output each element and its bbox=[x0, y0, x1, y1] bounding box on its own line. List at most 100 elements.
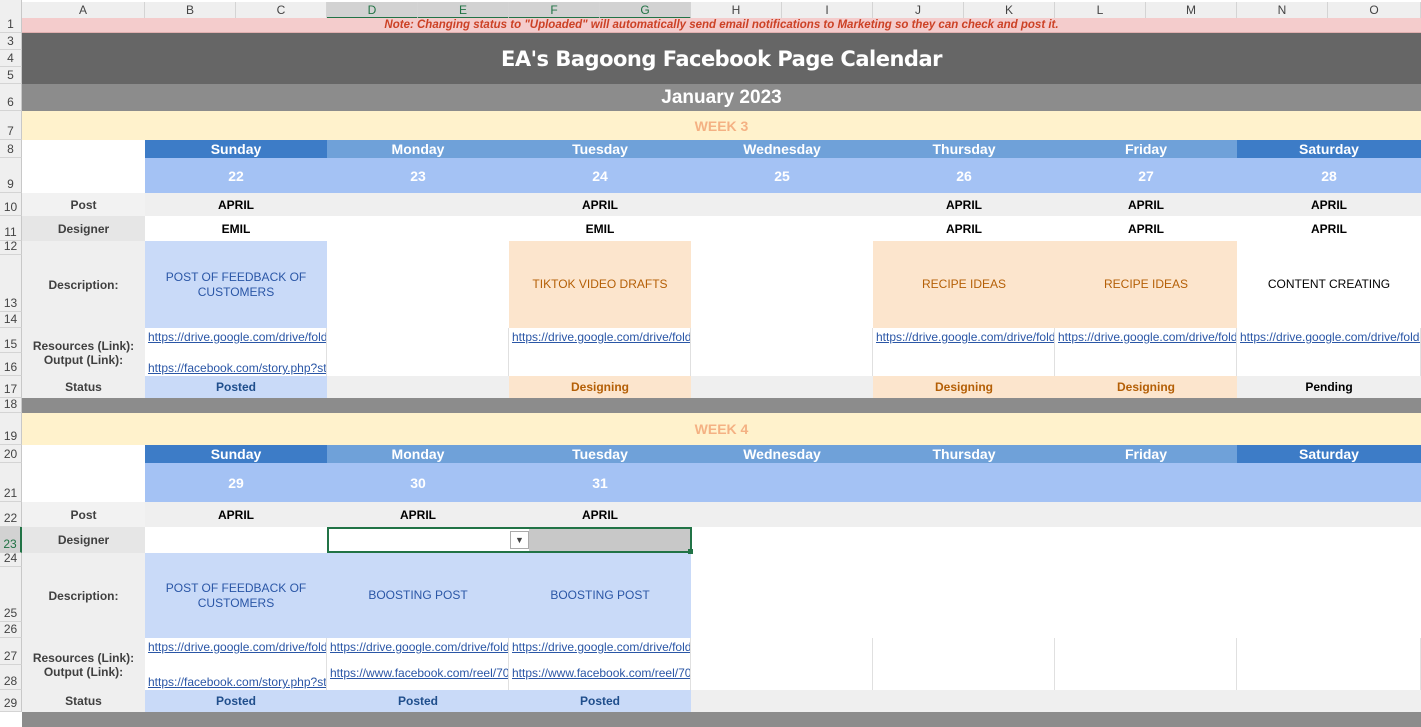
post-cell[interactable] bbox=[1055, 502, 1237, 527]
resource-link[interactable]: https://drive.google.com/drive/folders bbox=[509, 328, 691, 353]
description-cell[interactable] bbox=[1237, 553, 1421, 638]
post-cell[interactable] bbox=[873, 502, 1055, 527]
resource-link[interactable]: https://drive.google.com/drive/folders bbox=[873, 328, 1055, 353]
row-header-11[interactable]: 11 bbox=[0, 216, 22, 241]
designer-cell[interactable]: APRIL bbox=[1237, 216, 1421, 241]
post-cell[interactable]: APRIL bbox=[327, 502, 509, 527]
row-header-13[interactable]: 13 bbox=[0, 255, 22, 312]
output-link[interactable]: https://www.facebook.com/reel/7000 bbox=[509, 665, 691, 690]
row-header-3[interactable]: 3 bbox=[0, 33, 22, 50]
status-cell[interactable]: Designing bbox=[1055, 376, 1237, 398]
output-link[interactable]: https://facebook.com/story.php?story bbox=[145, 665, 327, 690]
row-header-24[interactable]: 24 bbox=[0, 551, 22, 567]
column-header-i[interactable]: I bbox=[782, 2, 873, 19]
description-cell[interactable]: BOOSTING POST bbox=[509, 553, 691, 638]
output-cell[interactable] bbox=[1055, 353, 1237, 376]
description-cell[interactable] bbox=[327, 241, 509, 328]
resource-cell[interactable] bbox=[873, 638, 1055, 665]
row-header-17[interactable]: 17 bbox=[0, 376, 22, 398]
row-header-15[interactable]: 15 bbox=[0, 328, 22, 353]
output-cell[interactable] bbox=[327, 353, 509, 376]
designer-cell[interactable] bbox=[691, 216, 873, 241]
post-cell[interactable]: APRIL bbox=[1055, 193, 1237, 216]
designer-cell[interactable] bbox=[1055, 527, 1237, 553]
status-cell[interactable] bbox=[691, 376, 873, 398]
status-cell[interactable]: Posted bbox=[145, 376, 327, 398]
status-cell[interactable] bbox=[873, 690, 1055, 712]
output-link[interactable]: https://facebook.com/story.php?story bbox=[145, 353, 327, 376]
post-cell[interactable] bbox=[691, 193, 873, 216]
column-header-c[interactable]: C bbox=[236, 2, 327, 19]
status-cell[interactable]: Designing bbox=[509, 376, 691, 398]
post-cell[interactable]: APRIL bbox=[873, 193, 1055, 216]
row-header-20[interactable]: 20 bbox=[0, 445, 22, 463]
status-cell[interactable] bbox=[1237, 690, 1421, 712]
row-header-10[interactable]: 10 bbox=[0, 193, 22, 216]
description-cell[interactable]: CONTENT CREATING bbox=[1237, 241, 1421, 328]
description-cell[interactable]: RECIPE IDEAS bbox=[873, 241, 1055, 328]
row-header-5[interactable]: 5 bbox=[0, 67, 22, 84]
resource-link[interactable]: https://drive.google.com/drive/folders bbox=[145, 638, 327, 665]
row-header-23[interactable]: 23 bbox=[0, 527, 22, 553]
status-cell[interactable]: Posted bbox=[145, 690, 327, 712]
resource-cell[interactable] bbox=[691, 638, 873, 665]
post-cell[interactable]: APRIL bbox=[1237, 193, 1421, 216]
column-header-h[interactable]: H bbox=[691, 2, 782, 19]
column-header-n[interactable]: N bbox=[1237, 2, 1328, 19]
output-cell[interactable] bbox=[691, 353, 873, 376]
row-header-12[interactable]: 12 bbox=[0, 239, 22, 255]
column-header-o[interactable]: O bbox=[1328, 2, 1421, 19]
resource-link[interactable]: https://drive.google.com/drive/folders bbox=[509, 638, 691, 665]
resource-cell[interactable] bbox=[1237, 638, 1421, 665]
row-header-26[interactable]: 26 bbox=[0, 622, 22, 638]
output-cell[interactable] bbox=[1055, 665, 1237, 690]
output-cell[interactable] bbox=[873, 665, 1055, 690]
designer-cell[interactable] bbox=[145, 527, 327, 553]
resource-cell[interactable] bbox=[1055, 638, 1237, 665]
status-cell[interactable]: Pending bbox=[1237, 376, 1421, 398]
column-header-b[interactable]: B bbox=[145, 2, 236, 19]
designer-cell[interactable]: EMIL bbox=[509, 216, 691, 241]
row-header-9[interactable]: 9 bbox=[0, 158, 22, 193]
resource-cell[interactable] bbox=[691, 328, 873, 353]
row-header-6[interactable]: 6 bbox=[0, 84, 22, 111]
row-header-21[interactable]: 21 bbox=[0, 463, 22, 502]
post-cell[interactable]: APRIL bbox=[509, 502, 691, 527]
output-cell[interactable] bbox=[509, 353, 691, 376]
designer-cell[interactable] bbox=[691, 527, 873, 553]
row-header-18[interactable]: 18 bbox=[0, 397, 22, 413]
column-header-e[interactable]: E bbox=[418, 2, 509, 19]
designer-dropdown-cell[interactable]: ▼ bbox=[327, 527, 693, 554]
output-cell[interactable] bbox=[873, 353, 1055, 376]
description-cell[interactable]: BOOSTING POST bbox=[327, 553, 509, 638]
column-header-a[interactable]: A bbox=[22, 2, 145, 19]
chevron-down-icon[interactable]: ▼ bbox=[510, 531, 529, 549]
column-header-g[interactable]: G bbox=[600, 2, 691, 19]
column-header-k[interactable]: K bbox=[964, 2, 1055, 19]
post-cell[interactable] bbox=[1237, 502, 1421, 527]
post-cell[interactable]: APRIL bbox=[509, 193, 691, 216]
status-cell[interactable] bbox=[327, 376, 509, 398]
designer-cell[interactable] bbox=[1237, 527, 1421, 553]
row-header-7[interactable]: 7 bbox=[0, 111, 22, 140]
output-cell[interactable] bbox=[691, 665, 873, 690]
resource-link[interactable]: https://drive.google.com/drive/folders bbox=[145, 328, 327, 353]
row-header-22[interactable]: 22 bbox=[0, 502, 22, 527]
row-header-14[interactable]: 14 bbox=[0, 312, 22, 328]
row-header-1[interactable]: 1 bbox=[0, 17, 22, 33]
post-cell[interactable]: APRIL bbox=[145, 193, 327, 216]
description-cell[interactable] bbox=[691, 241, 873, 328]
output-cell[interactable] bbox=[1237, 353, 1421, 376]
description-cell[interactable]: POST OF FEEDBACK OF CUSTOMERS bbox=[145, 553, 327, 638]
output-link[interactable]: https://www.facebook.com/reel/7000 bbox=[327, 665, 509, 690]
post-cell[interactable] bbox=[327, 193, 509, 216]
column-header-f[interactable]: F bbox=[509, 2, 600, 19]
resource-link[interactable]: https://drive.google.com/drive/folders bbox=[327, 638, 509, 665]
resource-cell[interactable] bbox=[327, 328, 509, 353]
row-header-25[interactable]: 25 bbox=[0, 567, 22, 622]
designer-cell[interactable]: APRIL bbox=[873, 216, 1055, 241]
fill-handle[interactable] bbox=[688, 549, 693, 554]
designer-cell[interactable]: EMIL bbox=[145, 216, 327, 241]
status-cell[interactable]: Posted bbox=[509, 690, 691, 712]
description-cell[interactable] bbox=[873, 553, 1055, 638]
